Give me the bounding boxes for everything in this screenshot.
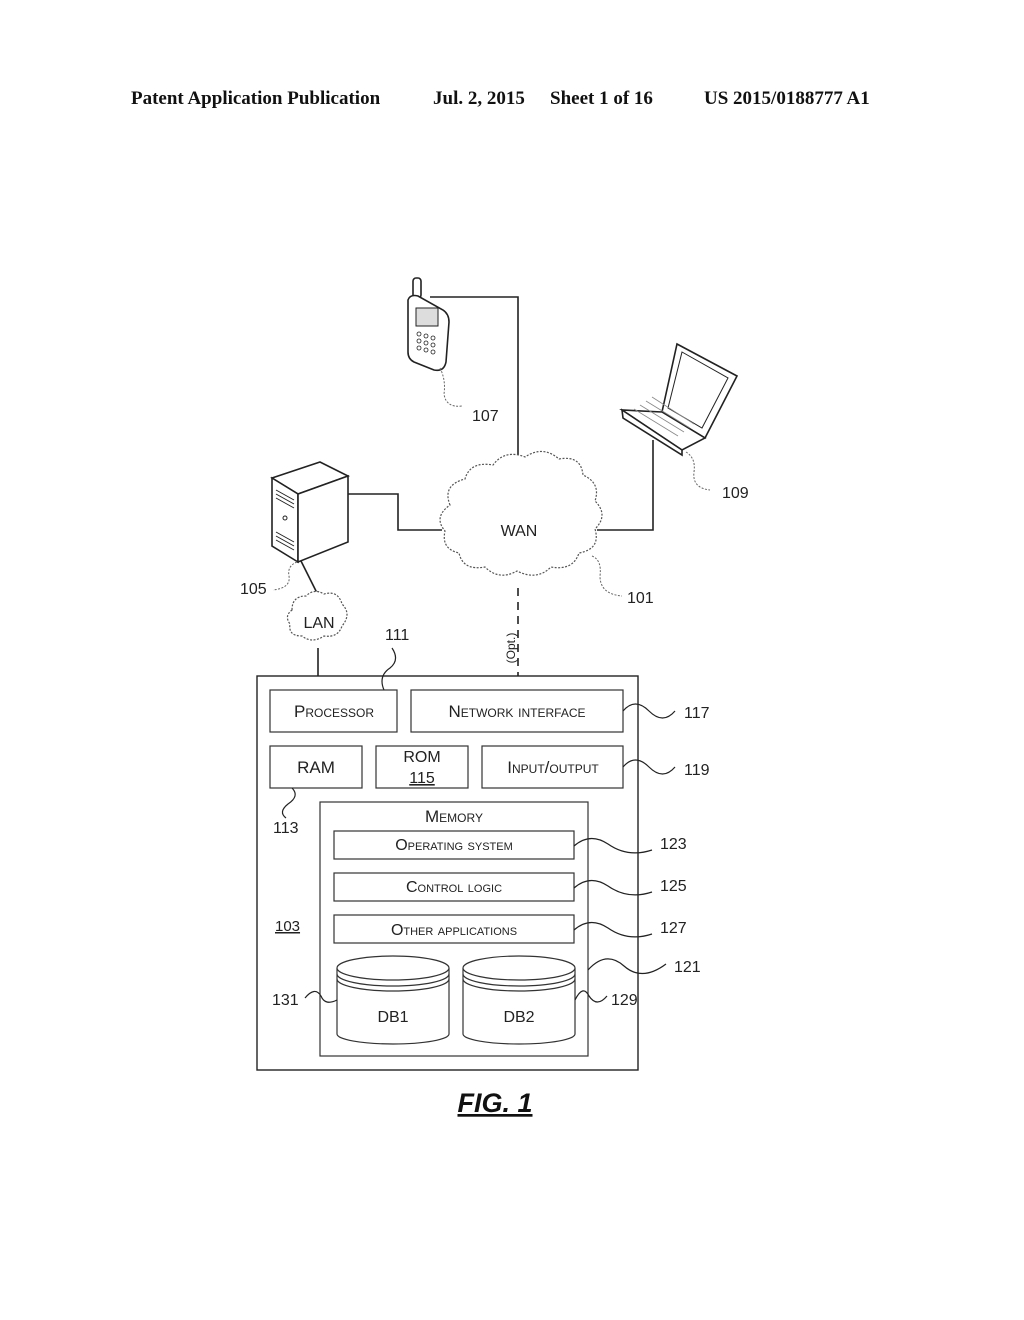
network-interface-leader-line [622, 703, 676, 719]
db1-leader-line [304, 990, 338, 1003]
ram-leader-line [281, 787, 296, 819]
ref-123: 123 [660, 836, 687, 853]
lan-label: LAN [303, 615, 334, 632]
ref-129: 129 [611, 992, 638, 1009]
ref-121: 121 [674, 959, 701, 976]
db1-label: DB1 [377, 1009, 408, 1026]
rom-label: ROM [403, 749, 440, 766]
server-tower-icon [270, 461, 351, 564]
ref-111: 111 [385, 627, 409, 644]
operating-system-label: Operating system [395, 837, 513, 854]
laptop-wan-link [597, 440, 654, 531]
control-logic-leader-line [573, 879, 653, 896]
ref-115: 115 [409, 770, 435, 787]
memory-label: Memory [425, 807, 483, 826]
server-leader-line [272, 561, 298, 591]
ram-label: RAM [297, 758, 335, 777]
input-output-label: Input/output [507, 758, 599, 777]
control-logic-label: Control logic [406, 879, 502, 896]
ref-103: 103 [275, 918, 300, 935]
memory-leader-line [587, 958, 667, 975]
db1-cylinder-icon [336, 955, 450, 1045]
laptop-icon [619, 342, 739, 457]
ref-127: 127 [660, 920, 687, 937]
io-leader-line [622, 759, 676, 775]
optional-link-label: (Opt.) [504, 633, 518, 664]
mobile-phone-icon [407, 277, 450, 372]
processor-label: Processor [294, 702, 374, 721]
other-apps-leader-line [573, 921, 653, 938]
laptop-leader-line [685, 451, 711, 491]
ref-125: 125 [660, 878, 687, 895]
figure-caption: FIG. 1 [457, 1088, 532, 1118]
ref-105: 105 [240, 581, 267, 598]
db2-label: DB2 [503, 1009, 534, 1026]
db2-cylinder-icon [462, 955, 576, 1045]
ref-131: 131 [272, 992, 299, 1009]
ref-117: 117 [684, 705, 710, 722]
db2-leader-line [574, 990, 608, 1003]
processor-leader-line [381, 647, 397, 691]
ref-109: 109 [722, 485, 749, 502]
wan-cloud-icon [439, 450, 603, 576]
server-wan-link [348, 493, 442, 531]
ref-101: 101 [627, 590, 654, 607]
ref-113: 113 [273, 820, 299, 837]
other-applications-label: Other applications [391, 922, 517, 939]
os-leader-line [573, 837, 653, 854]
phone-leader-line [439, 367, 463, 407]
ref-107: 107 [472, 408, 499, 425]
ref-119: 119 [684, 762, 710, 779]
figure-1-diagram: WAN LAN (Opt.) 107 109 105 101 103 111 P… [240, 277, 749, 1118]
wan-leader-line [591, 555, 623, 597]
wan-label: WAN [501, 523, 538, 540]
network-interface-label: Network interface [448, 702, 585, 721]
